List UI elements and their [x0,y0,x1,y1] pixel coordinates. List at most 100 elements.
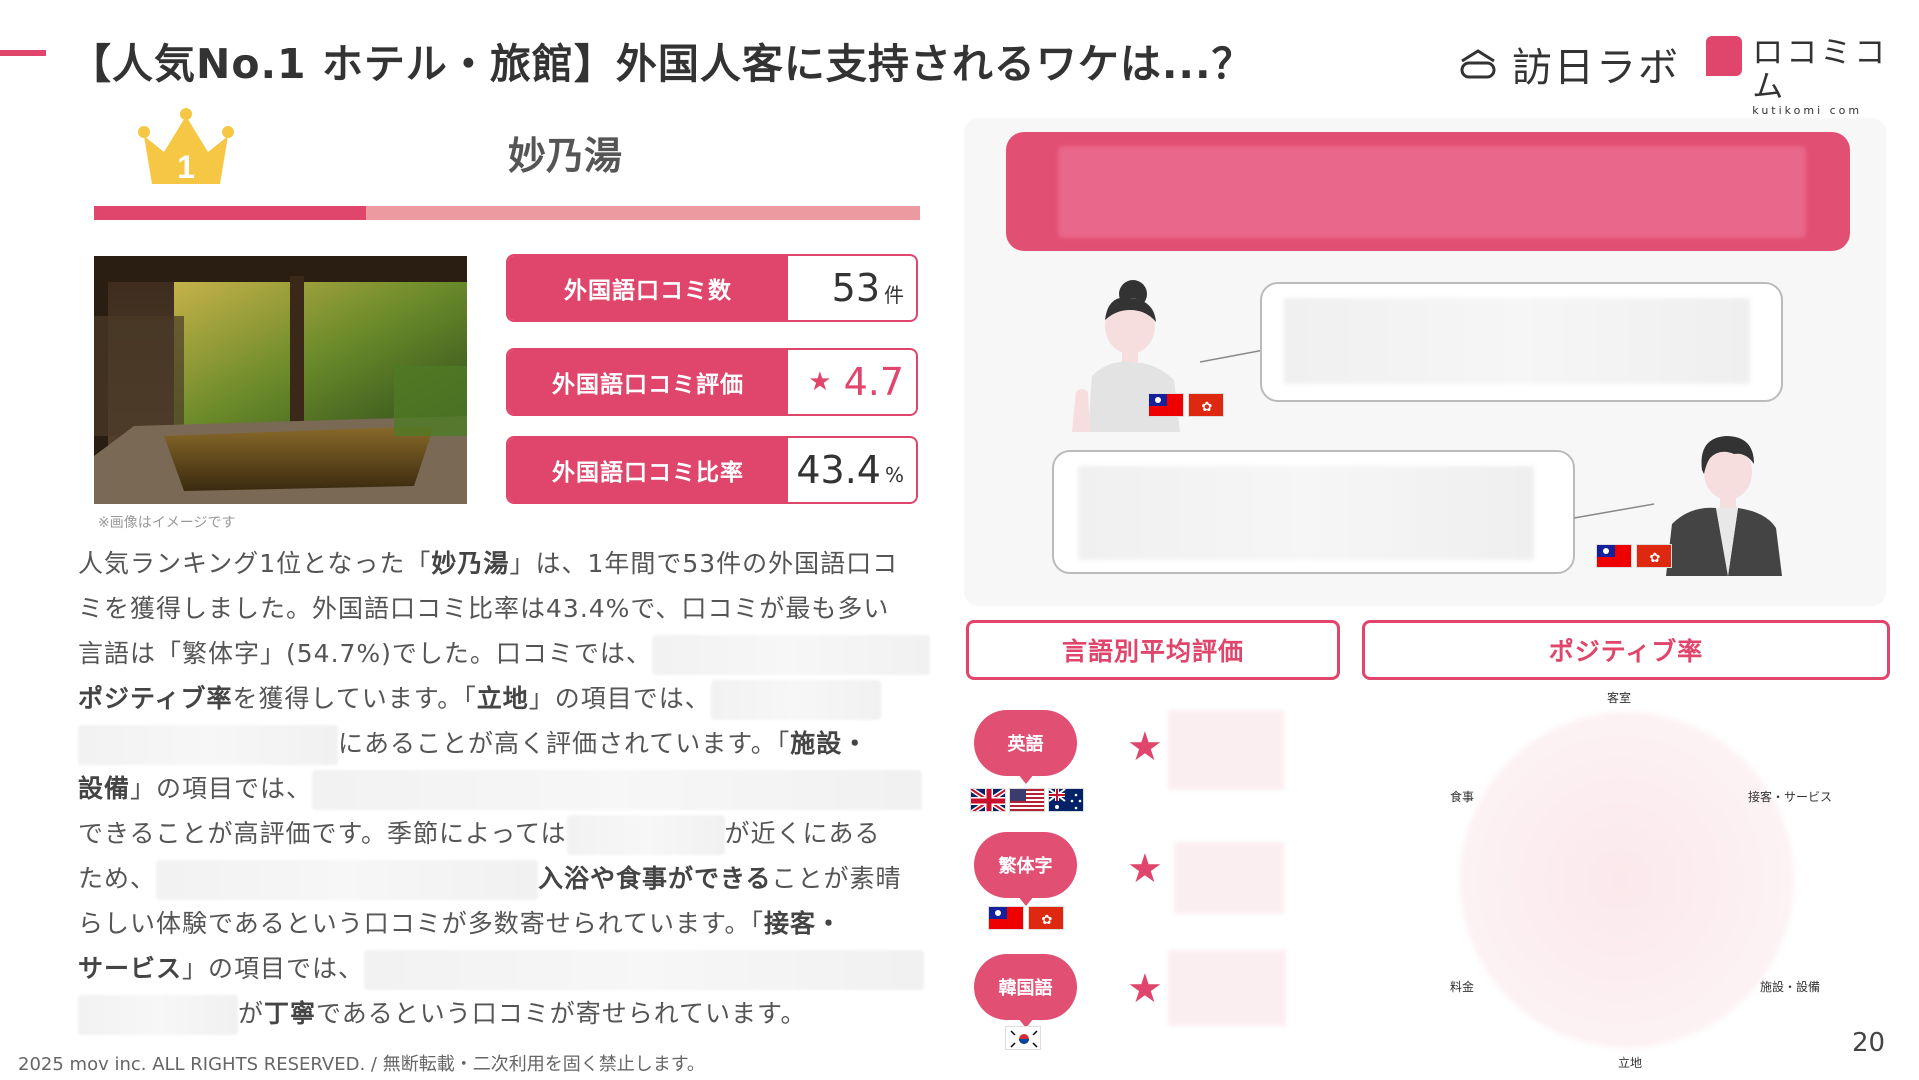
flag-taiwan-icon [1148,393,1184,417]
hotel-photo [94,256,467,504]
flag-hongkong-icon: ✿ [1188,393,1224,417]
page-title: 【人気No.1 ホテル・旅館】外国人客に支持されるワケは...？ [70,40,1254,88]
section-positive-rate: ポジティブ率 [1362,620,1890,680]
flag-us-icon [1009,788,1045,812]
summary-banner [1006,132,1850,251]
flag-taiwan-icon [1596,544,1632,568]
body-text-segment: ため、 [78,864,157,893]
flag-australia-icon [1048,788,1084,812]
radar-axis-label: 食事 [1450,790,1475,804]
review-bubble-1 [1260,282,1783,402]
flag-uk-icon [970,788,1006,812]
body-text-segment: できることが高評価です。季節によっては [78,819,567,848]
body-text-bold: 妙乃湯 [431,549,510,578]
review-ratio-value: 43.4 [796,448,881,492]
redacted-text [1284,298,1750,384]
body-text-segment: らしい体験であるという口コミが多数寄せられています。「 [78,909,765,938]
photo-caption: ※画像はイメージです [98,515,236,531]
review-ratio-unit: % [884,463,904,487]
redacted-text [1058,146,1806,238]
body-text-segment: ことが素晴 [771,864,902,893]
star-icon: ★ [1127,846,1163,892]
body-text-bold: 入浴や食事ができる [538,864,772,893]
svg-text:✿: ✿ [1650,551,1661,566]
flag-taiwan-icon [988,906,1024,930]
kutikomi-com-logo: ロコミコム kutikomi com [1706,36,1919,117]
lang-english-pill: 英語 [974,710,1077,784]
body-text-bold: ポジティブ率 [78,684,233,713]
review-rating-value: 4.7 [843,360,904,404]
body-text-bold: 施設・ [790,729,869,758]
radar-chart-redacted [1460,712,1794,1048]
radar-axis-label: 料金 [1450,980,1475,994]
body-text-bold: 接客・ [764,909,843,938]
redacted-text [156,860,539,900]
body-text-bold: 立地 [476,684,529,713]
description-text: 人気ランキング1位となった「妙乃湯」は、1年間で53件の外国語口コ ミを獲得しま… [78,541,930,1036]
body-text-segment: 」の項目では、 [130,774,313,803]
kutikomi-mark-icon [1706,36,1743,76]
redacted-text [1078,466,1534,560]
radar-axis-label: 施設・設備 [1760,980,1821,994]
radar-axis-label: 立地 [1618,1056,1643,1070]
stat-label: 外国語口コミ評価 [508,350,788,414]
redacted-score [1168,950,1286,1026]
body-text-segment: が [238,999,265,1028]
crown-icon: 1 [138,108,234,185]
redacted-score [1168,710,1284,790]
lang-korean-pill: 韓国語 [974,954,1077,1028]
redacted-score [1174,842,1284,914]
bubble-pointer [1574,503,1654,519]
hotel-name: 妙乃湯 [508,134,623,178]
kutikomi-logo-text: ロコミコム [1752,35,1889,105]
section-language-rating: 言語別平均評価 [966,620,1340,680]
page-number: 20 [1852,1028,1886,1058]
review-bubble-2 [1052,450,1575,574]
star-icon: ★ [808,367,832,397]
stat-review-rating: 外国語口コミ評価 ★ 4.7 [506,348,918,416]
redacted-text [312,770,923,810]
star-icon: ★ [1127,724,1163,770]
redacted-text [710,680,881,720]
accent-bar [0,50,46,56]
body-text-segment: 人気ランキング1位となった「 [78,549,432,578]
review-count-unit: 件 [884,282,904,307]
redacted-text [78,995,238,1035]
rank-divider [94,206,920,220]
body-text-segment: 」の項目では、 [182,954,365,983]
radar-axis-label: 客室 [1607,691,1632,705]
body-text-bold: サービス [78,954,183,983]
review-count-value: 53 [831,266,880,310]
redacted-text [78,725,338,765]
body-text-segment: であるという口コミが寄せられています。 [316,999,807,1028]
body-text-segment: を獲得しています。「 [232,684,477,713]
body-text-segment: にあることが高く評価されています。「 [338,729,791,758]
man-avatar-icon [1666,436,1782,576]
flag-hongkong-icon: ✿ [1636,544,1672,568]
rank-number: 1 [177,149,195,185]
stat-value: 43.4 % [788,438,916,502]
lang-traditional-chinese-pill: 繁体字 [974,832,1077,906]
svg-text:✿: ✿ [1042,913,1053,928]
stat-review-count: 外国語口コミ数 53 件 [506,254,918,322]
houjin-labo-mark-icon [1460,49,1496,79]
flag-korea-icon [1005,1026,1041,1050]
body-text-segment: 」は、1年間で53件の外国語口コ [509,549,899,578]
stat-value: ★ 4.7 [788,350,916,414]
kutikomi-logo-subtext: kutikomi com [1752,104,1863,117]
houjin-labo-text: 訪日ラボ [1512,45,1680,91]
body-text-segment: ミを獲得しました。外国語口コミ比率は43.4%で、口コミが最も多い [78,594,890,623]
stat-label: 外国語口コミ比率 [508,438,788,502]
body-text-bold: 丁寧 [264,999,317,1028]
redacted-text [651,635,930,675]
stat-review-ratio: 外国語口コミ比率 43.4 % [506,436,918,504]
star-icon: ★ [1127,966,1163,1012]
houjin-labo-logo: 訪日ラボ [1458,35,1680,93]
radar-axis-label: 接客・サービス [1748,790,1833,804]
stat-value: 53 件 [788,256,916,320]
stat-label: 外国語口コミ数 [508,256,788,320]
flag-hongkong-icon: ✿ [1028,906,1064,930]
body-text-bold: 設備 [78,774,131,803]
bubble-pointer [1200,349,1264,363]
body-text-segment: 」の項目では、 [528,684,711,713]
